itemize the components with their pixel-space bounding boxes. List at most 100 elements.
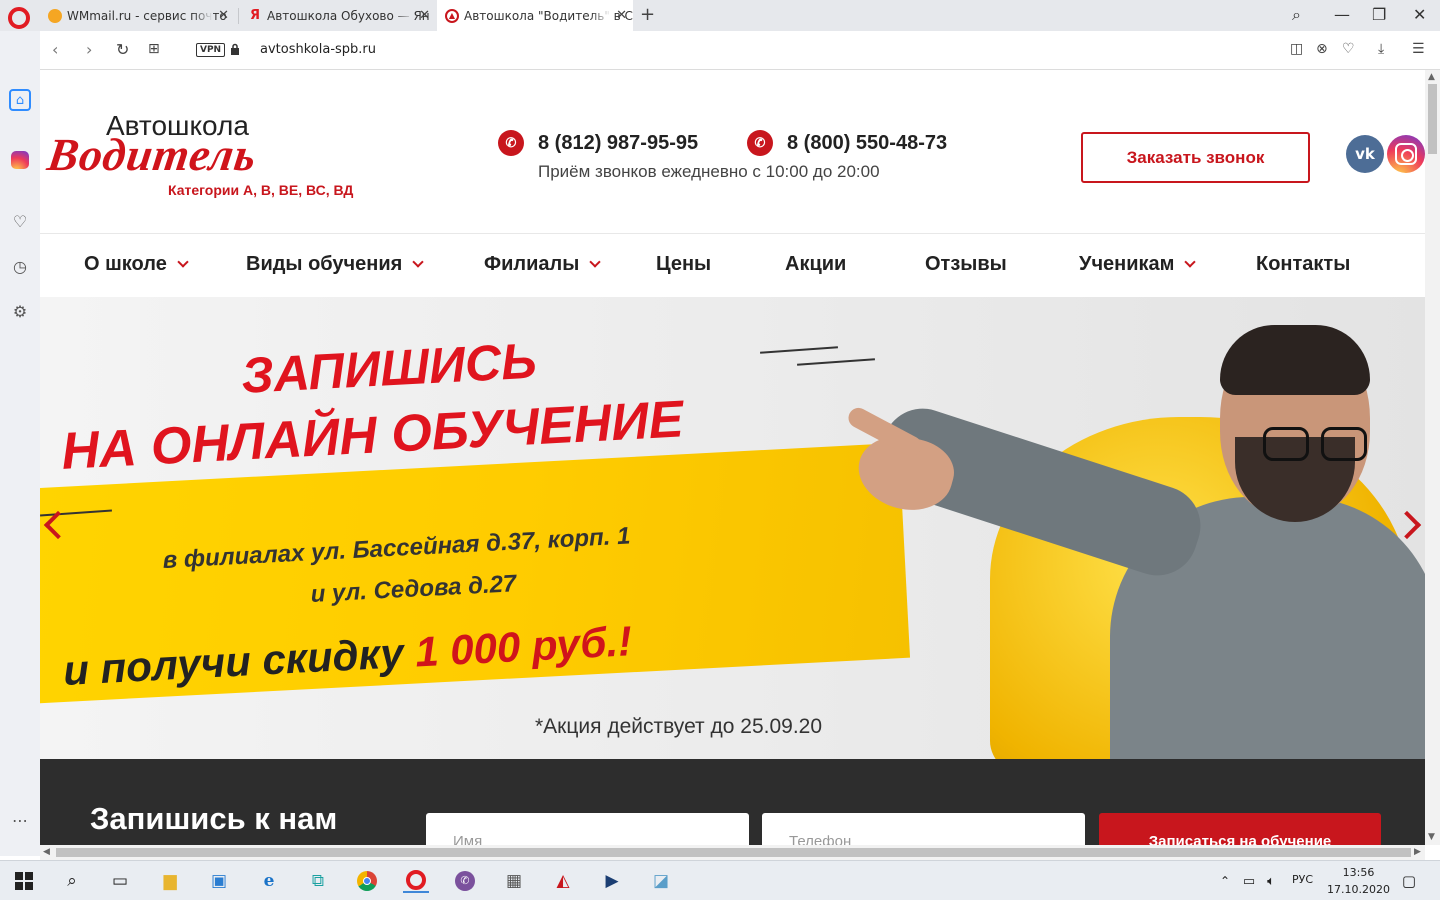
menu-item-contacts[interactable]: Контакты — [1256, 253, 1350, 276]
promo-banner[interactable]: ЗАПИШИСЬ НА ОНЛАЙН ОБУЧЕНИЕ в филиалах у… — [40, 297, 1425, 759]
phone-icon: ✆ — [498, 130, 524, 156]
logo[interactable]: Водитель — [44, 128, 260, 181]
chrome-icon[interactable] — [354, 869, 380, 893]
vk-icon[interactable]: vk — [1346, 135, 1384, 173]
scroll-left-icon[interactable]: ◀ — [43, 847, 50, 857]
menu-item-prices[interactable]: Цены — [656, 253, 711, 276]
scroll-thumb[interactable] — [1428, 84, 1437, 154]
back-icon[interactable]: ‹ — [52, 40, 58, 59]
scroll-down-icon[interactable]: ▼ — [1428, 832, 1435, 842]
minimize-button[interactable]: — — [1334, 5, 1350, 24]
task-view-icon[interactable]: ▭ — [107, 869, 133, 893]
control-panel-icon[interactable]: ▣ — [206, 869, 232, 893]
clock-time: 13:56 — [1342, 866, 1375, 879]
instagram-icon[interactable] — [1387, 135, 1425, 173]
glasses-image — [1263, 427, 1373, 461]
browser-window: WMmail.ru - сервис почто ✕ Я Автошкола О… — [0, 0, 1440, 900]
phone-icon: ✆ — [747, 130, 773, 156]
menu-item-students[interactable]: Ученикам — [1079, 253, 1197, 276]
tab-yandex[interactable]: Я Автошкола Обухово — Ян ✕ — [240, 0, 436, 31]
menu-item-branches[interactable]: Филиалы — [484, 253, 601, 276]
calculator-icon[interactable]: ▦ — [501, 869, 527, 893]
callback-button[interactable]: Заказать звонок — [1081, 132, 1310, 183]
scroll-right-icon[interactable]: ▶ — [1414, 847, 1421, 857]
chevron-up-icon[interactable]: ⌃ — [1212, 869, 1238, 893]
file-explorer-icon[interactable]: ▆ — [157, 869, 183, 893]
wmmail-favicon-icon — [48, 8, 62, 23]
download-icon[interactable]: ⤓ — [1378, 41, 1384, 57]
app-icon[interactable]: ◪ — [648, 869, 674, 893]
phone-1[interactable]: ✆ 8 (812) 987-95-95 — [498, 130, 698, 156]
scroll-up-icon[interactable]: ▲ — [1428, 72, 1435, 82]
main-menu: О школе Виды обучения Филиалы Цены Акции… — [40, 235, 1425, 297]
close-icon[interactable]: ✕ — [419, 8, 430, 23]
search-icon[interactable]: ⌕ — [59, 869, 85, 893]
signup-section: Запишись к нам Имя Телефон Записаться на… — [40, 759, 1425, 845]
menu-item-training[interactable]: Виды обучения — [246, 253, 424, 276]
home-icon[interactable]: ⌂ — [9, 89, 31, 111]
vpn-badge[interactable]: VPN — [196, 43, 226, 57]
viber-icon[interactable]: ✆ — [452, 869, 478, 893]
banner-note: *Акция действует до 25.09.20 — [535, 715, 823, 738]
logo-categories: Категории А, В, ВЕ, ВС, ВД — [168, 182, 354, 198]
app-icon[interactable]: ⧉ — [305, 869, 331, 893]
menu-item-reviews[interactable]: Отзывы — [925, 253, 1007, 276]
signup-title: Запишись к нам — [90, 801, 338, 836]
url-field[interactable]: avtoshkola-spb.ru — [260, 42, 376, 57]
more-icon[interactable]: ⋯ — [9, 809, 31, 831]
notifications-icon[interactable]: ▢ — [1396, 869, 1422, 893]
phone-number[interactable]: 8 (812) 987-95-95 — [538, 132, 698, 155]
avtoshkola-favicon-icon: ▲ — [445, 8, 459, 23]
adblock-icon[interactable]: ⊗ — [1316, 41, 1328, 57]
name-field[interactable]: Имя — [426, 813, 749, 845]
signup-submit-button[interactable]: Записаться на обучение — [1099, 813, 1381, 845]
reload-icon[interactable]: ↻ — [116, 40, 129, 59]
settings-gear-icon[interactable]: ⚙ — [9, 300, 31, 322]
windows-start-icon[interactable] — [11, 869, 37, 893]
opera-menu-icon[interactable] — [8, 7, 30, 29]
phone-field[interactable]: Телефон — [762, 813, 1085, 845]
forward-icon[interactable]: › — [86, 40, 92, 59]
menu-item-promos[interactable]: Акции — [785, 253, 846, 276]
tab-avtoshkola[interactable]: ▲ Автошкола "Водитель" в С ✕ — [437, 0, 633, 31]
bookmark-heart-icon[interactable]: ♡ — [1342, 41, 1355, 57]
easy-setup-icon[interactable]: ☰ — [1412, 41, 1425, 57]
tab-wmmail[interactable]: WMmail.ru - сервис почто ✕ — [40, 0, 235, 31]
yandex-favicon-icon: Я — [249, 8, 260, 23]
history-clock-icon[interactable]: ◷ — [9, 255, 31, 277]
close-icon[interactable]: ✕ — [616, 8, 627, 23]
site-header: Автошкола Водитель Категории А, В, ВЕ, В… — [40, 70, 1425, 234]
web-page: Автошкола Водитель Категории А, В, ВЕ, В… — [40, 70, 1425, 845]
restore-button[interactable]: ❐ — [1372, 5, 1386, 24]
windows-taskbar: ⌕ ▭ ▆ ▣ e ⧉ ✆ ▦ ◭ ▶ ◪ ⌃ ▭ 🔈︎ РУС 13:56 1… — [0, 860, 1440, 900]
media-player-icon[interactable]: ▶ — [599, 869, 625, 893]
favorites-heart-icon[interactable]: ♡ — [9, 210, 31, 232]
lock-icon[interactable] — [230, 43, 240, 55]
phone-number[interactable]: 8 (800) 550-48-73 — [787, 132, 947, 155]
banner-headline-1: ЗАПИШИСЬ — [240, 332, 538, 404]
scroll-thumb[interactable] — [56, 848, 1411, 857]
close-window-button[interactable]: ✕ — [1413, 5, 1426, 24]
chevron-down-icon — [412, 256, 424, 268]
horizontal-scrollbar[interactable]: ◀ ▶ — [40, 845, 1425, 860]
opera-sidebar: ⌂ ♡ ◷ ⚙ ⋯ — [0, 31, 40, 856]
search-tabs-icon[interactable]: ⌕ — [1292, 5, 1301, 25]
instagram-icon[interactable] — [9, 149, 31, 171]
phone-2[interactable]: ✆ 8 (800) 550-48-73 — [747, 130, 947, 156]
language-indicator[interactable]: РУС — [1292, 873, 1313, 886]
chevron-down-icon — [177, 256, 189, 268]
vertical-scrollbar[interactable]: ▲ ▼ — [1425, 70, 1440, 845]
snapshot-icon[interactable]: ◫ — [1290, 41, 1303, 57]
app-icon[interactable]: ◭ — [550, 869, 576, 893]
clock-date: 17.10.2020 — [1327, 883, 1390, 896]
speed-dial-icon[interactable]: ⊞ — [148, 41, 160, 57]
close-icon[interactable]: ✕ — [218, 8, 229, 23]
chevron-down-icon — [1184, 256, 1197, 268]
menu-item-about[interactable]: О школе — [84, 253, 189, 276]
edge-icon[interactable]: e — [256, 869, 282, 893]
clock[interactable]: 13:56 17.10.2020 — [1327, 864, 1390, 898]
new-tab-button[interactable]: + — [640, 4, 655, 25]
address-bar: ‹ › ↻ ⊞ VPN avtoshkola-spb.ru ◫ ⊗ ♡ ⤓ ☰ — [40, 31, 1440, 70]
opera-icon[interactable] — [403, 869, 429, 893]
volume-icon[interactable]: 🔈︎ — [1258, 869, 1284, 893]
